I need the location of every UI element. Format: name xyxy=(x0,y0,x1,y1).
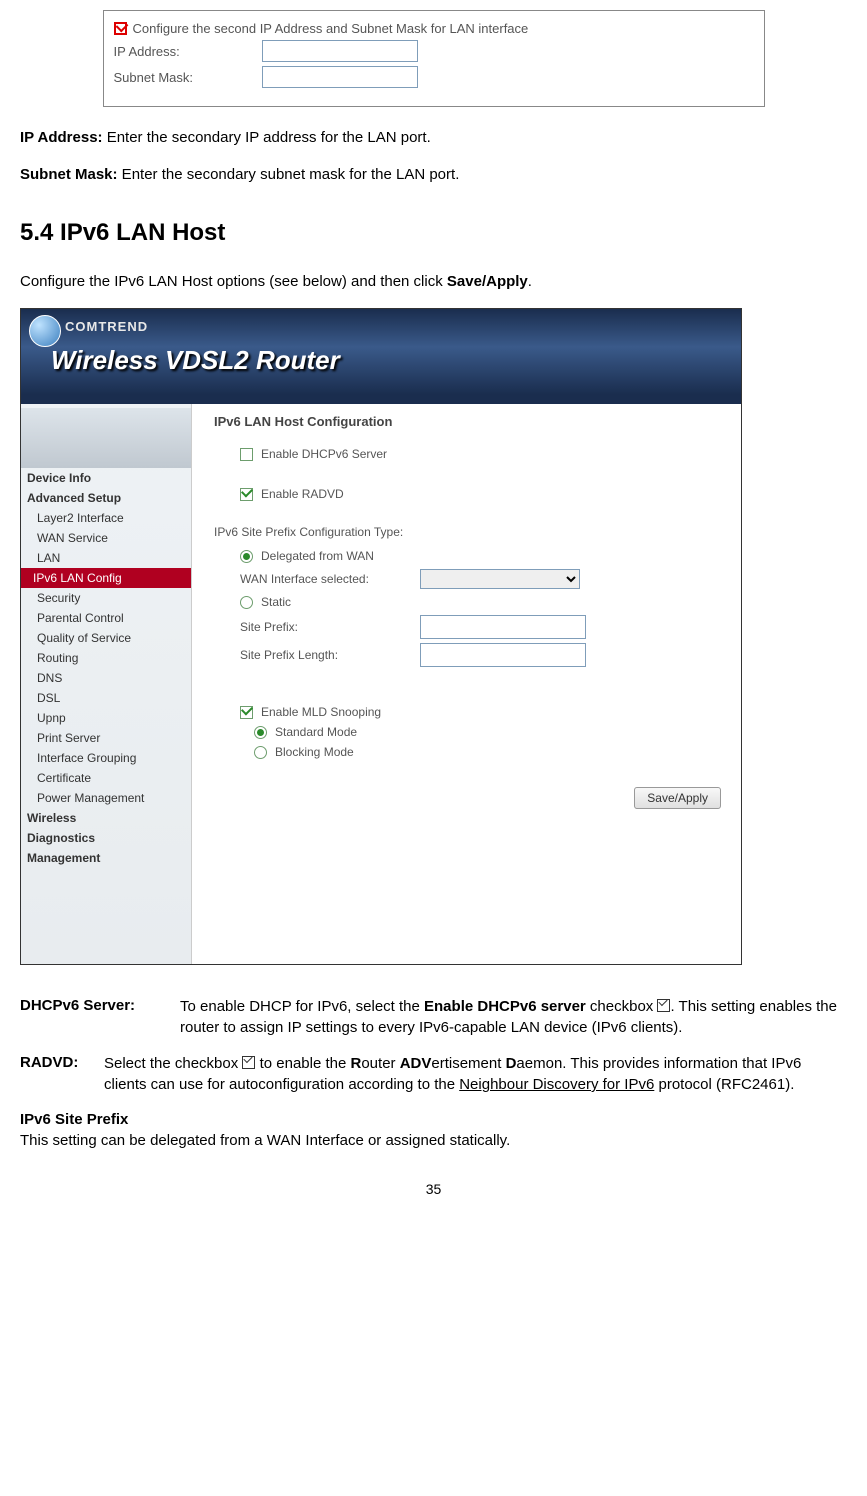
ip-address-label: IP Address: xyxy=(114,44,262,59)
sidebar-item-iface-group[interactable]: Interface Grouping xyxy=(21,748,191,768)
sidebar-item-ipv6-lan-config[interactable]: IPv6 LAN Config xyxy=(21,568,191,588)
def-radvd-d: outer xyxy=(361,1055,399,1072)
brand-label: COMTREND xyxy=(65,319,148,334)
def-prefix-heading: IPv6 Site Prefix xyxy=(20,1109,847,1130)
def-radvd-b: to enable the xyxy=(255,1055,350,1072)
sidebar-item-layer2[interactable]: Layer2 Interface xyxy=(21,508,191,528)
device-photo xyxy=(21,408,191,468)
subnet-mask-input[interactable] xyxy=(262,66,418,88)
checkbox-glyph-icon xyxy=(242,1056,255,1069)
sidebar-item-security[interactable]: Security xyxy=(21,588,191,608)
input-site-prefix[interactable] xyxy=(420,615,586,639)
sidebar-item-management[interactable]: Management xyxy=(21,848,191,868)
sidebar-item-diagnostics[interactable]: Diagnostics xyxy=(21,828,191,848)
checkbox-enable-radvd[interactable] xyxy=(240,488,253,501)
page-number: 35 xyxy=(20,1181,847,1197)
section-intro-b: Save/Apply xyxy=(447,273,528,290)
sidebar-item-dsl[interactable]: DSL xyxy=(21,688,191,708)
def-radvd-c: R xyxy=(351,1055,362,1072)
ip-address-desc-label: IP Address: xyxy=(20,129,103,146)
sidebar-item-wireless[interactable]: Wireless xyxy=(21,808,191,828)
prefix-type-label: IPv6 Site Prefix Configuration Type: xyxy=(214,525,729,539)
def-radvd-f: ertisement xyxy=(431,1055,505,1072)
def-radvd: RADVD: Select the checkbox to enable the… xyxy=(20,1052,847,1095)
def-dhcpv6: DHCPv6 Server: To enable DHCP for IPv6, … xyxy=(20,995,847,1038)
globe-icon xyxy=(29,315,61,347)
input-site-prefix-length[interactable] xyxy=(420,643,586,667)
label-standard-mode: Standard Mode xyxy=(275,725,357,739)
sidebar-item-advanced-setup[interactable]: Advanced Setup xyxy=(21,488,191,508)
ip-address-input[interactable] xyxy=(262,40,418,62)
router-title: Wireless VDSL2 Router xyxy=(51,345,340,376)
label-site-prefix: Site Prefix: xyxy=(240,620,420,634)
select-wan-interface[interactable] xyxy=(420,569,580,589)
label-enable-radvd: Enable RADVD xyxy=(261,487,344,501)
sidebar-item-device-info[interactable]: Device Info xyxy=(21,468,191,488)
label-site-prefix-length: Site Prefix Length: xyxy=(240,648,420,662)
section-heading: 5.4 IPv6 LAN Host xyxy=(20,219,847,247)
sidebar-item-parental[interactable]: Parental Control xyxy=(21,608,191,628)
sidebar-item-dns[interactable]: DNS xyxy=(21,668,191,688)
sidebar-item-print[interactable]: Print Server xyxy=(21,728,191,748)
sidebar-item-upnp[interactable]: Upnp xyxy=(21,708,191,728)
ip-address-desc-text: Enter the secondary IP address for the L… xyxy=(103,129,431,146)
def-dhcpv6-b: Enable DHCPv6 server xyxy=(424,998,586,1015)
label-wan-selected: WAN Interface selected: xyxy=(240,572,420,586)
radio-standard-mode[interactable] xyxy=(254,726,267,739)
subnet-mask-label: Subnet Mask: xyxy=(114,70,262,85)
def-radvd-j: protocol (RFC2461). xyxy=(654,1076,794,1093)
label-static: Static xyxy=(261,595,291,609)
sidebar: Device Info Advanced Setup Layer2 Interf… xyxy=(21,404,192,964)
label-blocking-mode: Blocking Mode xyxy=(275,745,354,759)
def-dhcpv6-c: checkbox xyxy=(586,998,658,1015)
sidebar-item-cert[interactable]: Certificate xyxy=(21,768,191,788)
def-radvd-g: D xyxy=(506,1055,517,1072)
ip-address-description: IP Address: Enter the secondary IP addre… xyxy=(20,127,847,148)
configure-second-ip-label: Configure the second IP Address and Subn… xyxy=(133,21,529,36)
router-header: COMTREND Wireless VDSL2 Router xyxy=(21,309,741,404)
figure-lan-secondary-ip: Configure the second IP Address and Subn… xyxy=(103,10,765,107)
content-title: IPv6 LAN Host Configuration xyxy=(214,414,729,429)
subnet-mask-desc-text: Enter the secondary subnet mask for the … xyxy=(118,166,460,183)
label-enable-dhcpv6: Enable DHCPv6 Server xyxy=(261,447,387,461)
label-enable-mld: Enable MLD Snooping xyxy=(261,705,381,719)
def-prefix-text: This setting can be delegated from a WAN… xyxy=(20,1130,847,1151)
subnet-mask-description: Subnet Mask: Enter the secondary subnet … xyxy=(20,164,847,185)
sidebar-item-lan[interactable]: LAN xyxy=(21,548,191,568)
section-intro-a: Configure the IPv6 LAN Host options (see… xyxy=(20,273,447,290)
checkbox-enable-dhcpv6[interactable] xyxy=(240,448,253,461)
sidebar-item-power[interactable]: Power Management xyxy=(21,788,191,808)
sidebar-item-qos[interactable]: Quality of Service xyxy=(21,628,191,648)
sidebar-item-routing[interactable]: Routing xyxy=(21,648,191,668)
section-intro: Configure the IPv6 LAN Host options (see… xyxy=(20,271,847,292)
def-dhcpv6-a: To enable DHCP for IPv6, select the xyxy=(180,998,424,1015)
content-panel: IPv6 LAN Host Configuration Enable DHCPv… xyxy=(192,404,741,964)
radio-delegated[interactable] xyxy=(240,550,253,563)
radio-static[interactable] xyxy=(240,596,253,609)
checkbox-configure-second-ip-icon[interactable] xyxy=(114,22,127,35)
label-delegated: Delegated from WAN xyxy=(261,549,374,563)
def-radvd-e: ADV xyxy=(400,1055,432,1072)
def-radvd-i: Neighbour Discovery for IPv6 xyxy=(459,1076,654,1093)
checkbox-glyph-icon xyxy=(657,999,670,1012)
radio-blocking-mode[interactable] xyxy=(254,746,267,759)
checkbox-enable-mld[interactable] xyxy=(240,706,253,719)
def-radvd-a: Select the checkbox xyxy=(104,1055,242,1072)
save-apply-button[interactable]: Save/Apply xyxy=(634,787,721,809)
router-screenshot: COMTREND Wireless VDSL2 Router Device In… xyxy=(20,308,742,965)
subnet-mask-desc-label: Subnet Mask: xyxy=(20,166,118,183)
sidebar-item-wan[interactable]: WAN Service xyxy=(21,528,191,548)
def-ipv6-prefix: IPv6 Site Prefix This setting can be del… xyxy=(20,1109,847,1151)
section-intro-c: . xyxy=(528,273,532,290)
